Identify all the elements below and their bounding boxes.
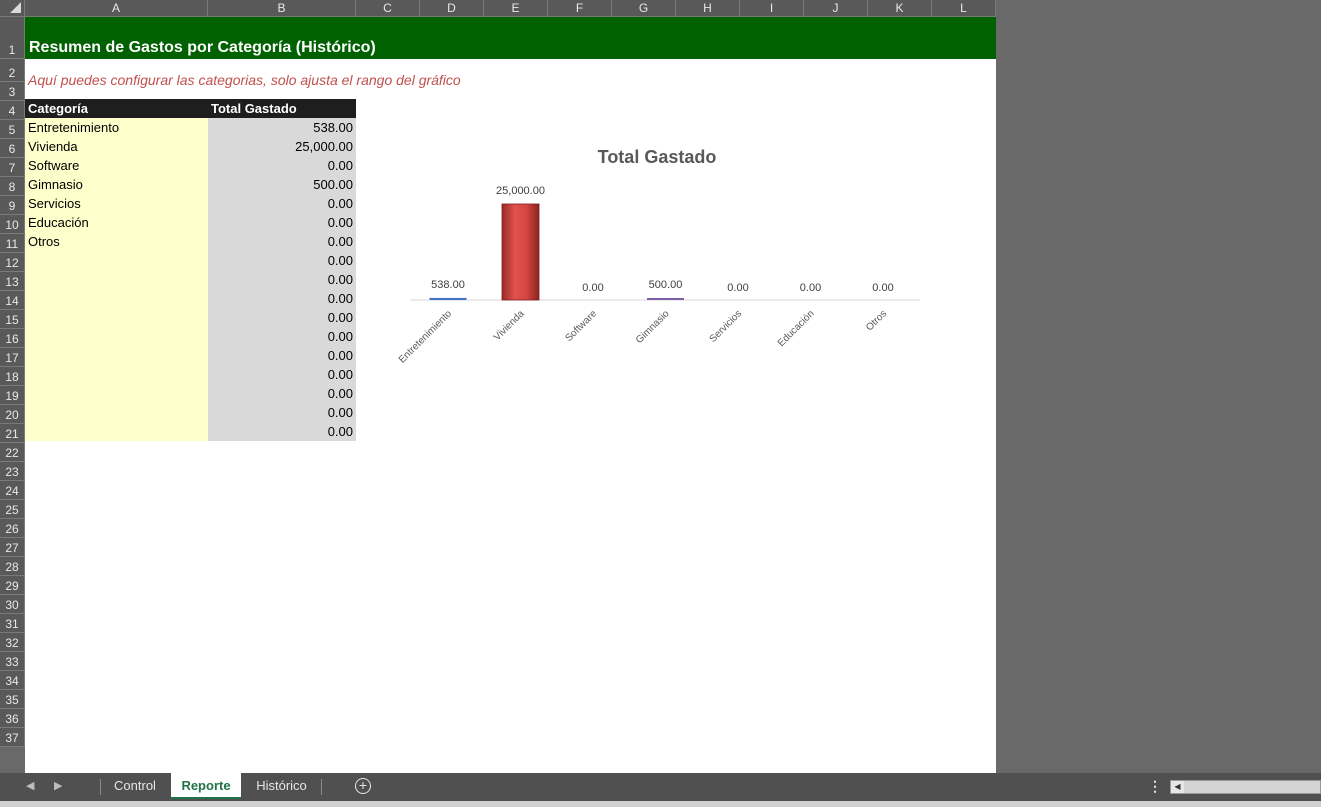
- data-label: 25,000.00: [496, 185, 545, 197]
- row-header-2[interactable]: 2: [0, 59, 25, 82]
- category-tick-label: Vivienda: [492, 308, 527, 343]
- row-header-5[interactable]: 5: [0, 120, 25, 139]
- row-header-12[interactable]: 12: [0, 253, 25, 272]
- plus-circle-icon[interactable]: +: [355, 778, 371, 794]
- row-header-36[interactable]: 36: [0, 709, 25, 728]
- category-tick-label: Otros: [864, 308, 889, 333]
- row-header-32[interactable]: 32: [0, 633, 25, 652]
- scroll-left-icon[interactable]: ◀: [1171, 781, 1184, 793]
- chevron-right-icon[interactable]: ▶: [54, 779, 62, 792]
- row-header-14[interactable]: 14: [0, 291, 25, 310]
- row-header-4[interactable]: 4: [0, 101, 25, 120]
- worksheet-grid[interactable]: Resumen de Gastos por Categoría (Históri…: [25, 17, 996, 773]
- chart-title: Total Gastado: [598, 147, 717, 167]
- row-header-1[interactable]: 1: [0, 17, 25, 59]
- row-header-30[interactable]: 30: [0, 595, 25, 614]
- category-tick-label: Gimnasio: [634, 308, 672, 346]
- row-header-25[interactable]: 25: [0, 500, 25, 519]
- row-header-20[interactable]: 20: [0, 405, 25, 424]
- row-header-31[interactable]: 31: [0, 614, 25, 633]
- column-header-l[interactable]: L: [932, 0, 996, 17]
- bar-entretenimiento[interactable]: [429, 297, 467, 300]
- row-header-33[interactable]: 33: [0, 652, 25, 671]
- tab-reporte[interactable]: Reporte: [171, 773, 241, 799]
- row-header-37[interactable]: 37: [0, 728, 25, 747]
- category-tick-label: Servicios: [708, 308, 744, 344]
- data-label: 500.00: [649, 279, 683, 291]
- row-header-28[interactable]: 28: [0, 557, 25, 576]
- column-header-b[interactable]: B: [208, 0, 356, 17]
- row-header-23[interactable]: 23: [0, 462, 25, 481]
- column-header-g[interactable]: G: [612, 0, 676, 17]
- column-header-a[interactable]: A: [25, 0, 208, 17]
- more-options-icon[interactable]: ⋮: [1148, 778, 1162, 795]
- row-header-21[interactable]: 21: [0, 424, 25, 443]
- column-header-e[interactable]: E: [484, 0, 548, 17]
- tab-separator: [321, 779, 322, 795]
- tab-control[interactable]: Control: [101, 773, 169, 799]
- bar-vivienda[interactable]: [501, 203, 540, 301]
- row-header-13[interactable]: 13: [0, 272, 25, 291]
- row-header-11[interactable]: 11: [0, 234, 25, 253]
- row-header-29[interactable]: 29: [0, 576, 25, 595]
- row-header-26[interactable]: 26: [0, 519, 25, 538]
- column-header-j[interactable]: J: [804, 0, 868, 17]
- data-label: 0.00: [727, 282, 748, 294]
- chevron-left-icon[interactable]: ◀: [26, 779, 34, 792]
- column-header-c[interactable]: C: [356, 0, 420, 17]
- row-header-35[interactable]: 35: [0, 690, 25, 709]
- row-header-19[interactable]: 19: [0, 386, 25, 405]
- row-header-17[interactable]: 17: [0, 348, 25, 367]
- row-header-8[interactable]: 8: [0, 177, 25, 196]
- data-label: 0.00: [872, 282, 893, 294]
- column-header-h[interactable]: H: [676, 0, 740, 17]
- row-header-22[interactable]: 22: [0, 443, 25, 462]
- row-header-6[interactable]: 6: [0, 139, 25, 158]
- data-label: 538.00: [431, 279, 465, 291]
- status-bar: [0, 801, 1321, 807]
- category-tick-label: Entretenimiento: [397, 308, 455, 366]
- select-all-triangle-icon: [10, 2, 21, 13]
- row-header-16[interactable]: 16: [0, 329, 25, 348]
- category-tick-label: Educación: [776, 308, 817, 349]
- data-label: 0.00: [582, 282, 603, 294]
- column-header-d[interactable]: D: [420, 0, 484, 17]
- horizontal-scrollbar[interactable]: ◀: [1170, 780, 1321, 794]
- sheet-tab-bar: ◀ ▶ Control Reporte Histórico + ⋮ ◀: [0, 773, 1321, 801]
- row-header-24[interactable]: 24: [0, 481, 25, 500]
- select-all-corner[interactable]: [0, 0, 25, 17]
- row-header-18[interactable]: 18: [0, 367, 25, 386]
- row-header-7[interactable]: 7: [0, 158, 25, 177]
- data-label: 0.00: [800, 282, 821, 294]
- row-header-3[interactable]: 3: [0, 82, 25, 101]
- tab-historico[interactable]: Histórico: [243, 773, 320, 799]
- row-header-15[interactable]: 15: [0, 310, 25, 329]
- row-header-9[interactable]: 9: [0, 196, 25, 215]
- row-header-10[interactable]: 10: [0, 215, 25, 234]
- column-header-f[interactable]: F: [548, 0, 612, 17]
- bar-chart[interactable]: Total Gastado 538.00 Entretenimiento 25,000…: [25, 17, 996, 773]
- category-tick-label: Software: [563, 308, 599, 344]
- column-header-i[interactable]: I: [740, 0, 804, 17]
- row-header-34[interactable]: 34: [0, 671, 25, 690]
- row-header-27[interactable]: 27: [0, 538, 25, 557]
- column-header-k[interactable]: K: [868, 0, 932, 17]
- bar-gimnasio[interactable]: [647, 298, 684, 300]
